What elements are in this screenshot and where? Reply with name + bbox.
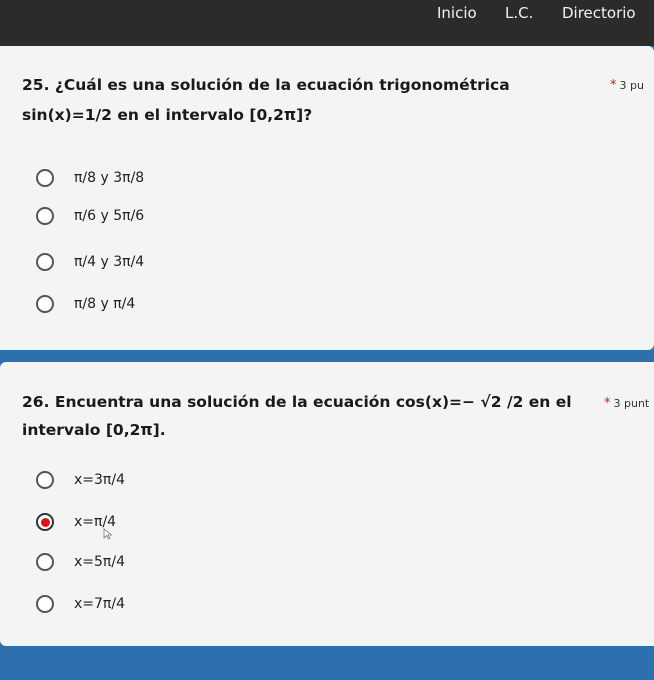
question-card-26: 26. Encuentra una solución de la ecuació… — [0, 362, 654, 646]
option-q25-b[interactable]: π/6 y 5π/6 — [36, 204, 144, 228]
nav-link-lc[interactable]: L.C. — [505, 4, 533, 22]
radio-button[interactable] — [36, 169, 54, 187]
points-label: * 3 punt — [604, 396, 649, 411]
question-card-25: 25. ¿Cuál es una solución de la ecuación… — [0, 46, 654, 350]
question-title-line1: 25. ¿Cuál es una solución de la ecuación… — [22, 76, 510, 94]
question-title-line2: sin(x)=1/2 en el intervalo [0,2π]? — [22, 106, 313, 124]
option-q26-d[interactable]: x=7π/4 — [36, 592, 125, 616]
nav-link-inicio[interactable]: Inicio — [437, 4, 477, 22]
radio-button[interactable] — [36, 207, 54, 225]
radio-button[interactable] — [36, 471, 54, 489]
option-label: π/8 y 3π/8 — [74, 170, 145, 186]
required-star-icon: * — [610, 78, 617, 93]
option-label: x=5π/4 — [74, 554, 125, 570]
option-q25-d[interactable]: π/8 y π/4 — [36, 292, 135, 316]
option-label: π/6 y 5π/6 — [74, 208, 145, 224]
points-value: 3 punt — [613, 397, 650, 410]
option-label: x=3π/4 — [74, 472, 125, 488]
option-q25-a[interactable]: π/8 y 3π/8 — [36, 166, 144, 190]
radio-button[interactable] — [36, 595, 54, 613]
question-title-line2: intervalo [0,2π]. — [22, 421, 166, 439]
option-label: π/4 y 3π/4 — [74, 254, 145, 270]
option-label: π/8 y π/4 — [74, 296, 136, 312]
option-label: x=7π/4 — [74, 596, 125, 612]
points-label: * 3 pu — [610, 78, 644, 93]
top-navigation-bar: Inicio L.C. Directorio — [0, 0, 654, 46]
points-value: 3 pu — [619, 79, 644, 92]
mouse-cursor-icon — [103, 528, 113, 540]
option-q26-c[interactable]: x=5π/4 — [36, 550, 125, 574]
radio-button[interactable] — [36, 553, 54, 571]
option-q26-a[interactable]: x=3π/4 — [36, 468, 125, 492]
radio-button[interactable] — [36, 295, 54, 313]
radio-button[interactable] — [36, 253, 54, 271]
question-title-line1: 26. Encuentra una solución de la ecuació… — [22, 393, 572, 411]
option-q25-c[interactable]: π/4 y 3π/4 — [36, 250, 144, 274]
nav-link-directorio[interactable]: Directorio — [562, 4, 636, 22]
required-star-icon: * — [604, 396, 611, 411]
radio-button-selected[interactable] — [36, 513, 54, 531]
